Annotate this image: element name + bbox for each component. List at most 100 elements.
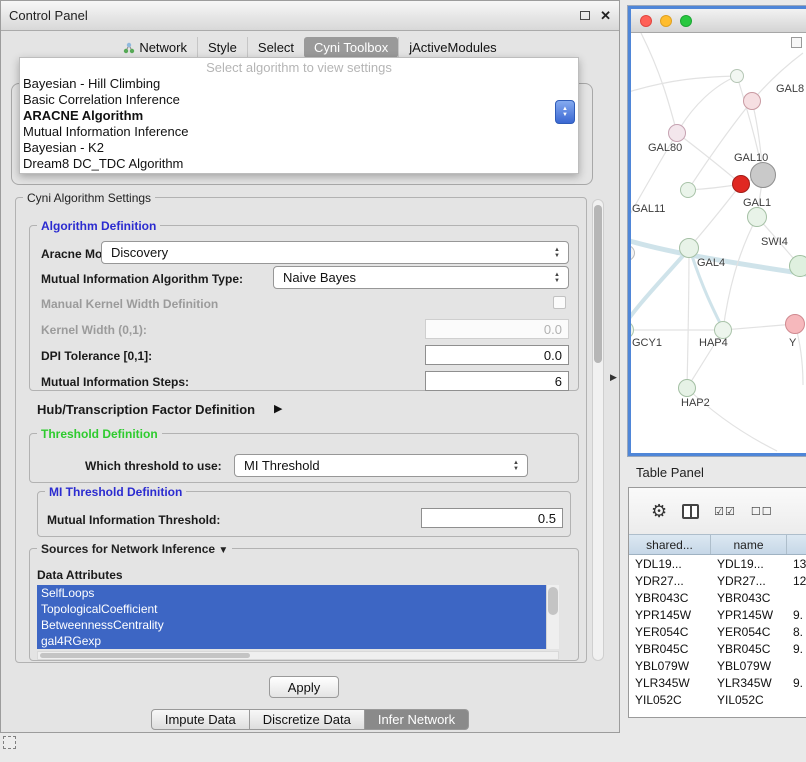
cell-shared-name[interactable]: YBR043C xyxy=(629,591,711,605)
cell-shared-name[interactable]: YBR045C xyxy=(629,642,711,656)
aracne-mode-combo[interactable]: Discovery ▲▼ xyxy=(101,241,569,264)
which-threshold-combo[interactable]: MI Threshold ▲▼ xyxy=(234,454,528,477)
unselect-all-columns-icon[interactable]: ☐☐ xyxy=(751,505,773,518)
attributes-hscroll-thumb[interactable] xyxy=(40,653,250,658)
cell-shared-name[interactable]: YLR345W xyxy=(629,676,711,690)
which-threshold-label: Which threshold to use: xyxy=(85,459,222,473)
algorithm-combo-stepper[interactable]: ▲ ▼ xyxy=(555,100,575,124)
mi-steps-label: Mutual Information Steps: xyxy=(41,375,189,389)
settings-vertical-scrollbar[interactable] xyxy=(592,199,604,661)
network-node[interactable] xyxy=(743,92,761,110)
table-row[interactable]: YER054C YER054C 8. xyxy=(629,623,806,640)
data-attribute-item-selected[interactable]: BetweennessCentrality xyxy=(37,617,546,633)
hub-expand-arrow-icon[interactable]: ▶ xyxy=(274,402,282,415)
network-node[interactable] xyxy=(750,162,776,188)
cell-shared-name[interactable]: YDL19... xyxy=(629,557,711,571)
cell-value[interactable]: 9. xyxy=(787,642,806,656)
attributes-horizontal-scrollbar[interactable] xyxy=(37,651,559,660)
window-minimize-button[interactable] xyxy=(660,15,672,27)
settings-vscroll-thumb[interactable] xyxy=(594,205,602,363)
cell-value[interactable]: 9. xyxy=(787,676,806,690)
network-node[interactable] xyxy=(732,175,750,193)
sources-collapse-arrow-icon[interactable]: ▼ xyxy=(218,545,228,556)
cell-name[interactable]: YPR145W xyxy=(711,608,787,622)
tab-impute-data[interactable]: Impute Data xyxy=(151,709,250,730)
cell-name[interactable]: YLR345W xyxy=(711,676,787,690)
data-attribute-item-selected[interactable]: TopologicalCoefficient xyxy=(37,601,546,617)
canvas-corner-widget[interactable] xyxy=(791,37,802,48)
mi-steps-field[interactable] xyxy=(425,371,569,391)
table-row[interactable]: YBL079W YBL079W xyxy=(629,657,806,674)
mi-algorithm-type-combo[interactable]: Naive Bayes ▲▼ xyxy=(273,266,569,289)
table-settings-gear-icon[interactable]: ⚙ xyxy=(651,501,667,522)
network-node[interactable] xyxy=(747,207,767,227)
algorithm-dropdown-item[interactable]: Mutual Information Inference xyxy=(20,124,578,140)
cell-name[interactable]: YBR043C xyxy=(711,591,787,605)
apply-button[interactable]: Apply xyxy=(269,676,339,698)
table-row[interactable]: YDR27... YDR27... 12 xyxy=(629,572,806,589)
mi-threshold-definition-title: MI Threshold Definition xyxy=(45,485,186,499)
cell-value[interactable]: 9. xyxy=(787,608,806,622)
select-all-columns-icon[interactable]: ☑☑ xyxy=(714,505,736,518)
algorithm-dropdown-item[interactable]: Bayesian - Hill Climbing xyxy=(20,76,578,92)
attributes-vertical-scrollbar[interactable] xyxy=(546,585,559,649)
cell-name[interactable]: YIL052C xyxy=(711,693,787,707)
column-header-shared-name[interactable]: shared... xyxy=(629,535,711,554)
cell-shared-name[interactable]: YIL052C xyxy=(629,693,711,707)
network-node[interactable] xyxy=(789,255,806,277)
splitter-collapse-arrow[interactable]: ▶ xyxy=(610,372,617,383)
cell-name[interactable]: YDR27... xyxy=(711,574,787,588)
network-node[interactable] xyxy=(679,238,699,258)
data-attribute-item-selected[interactable]: SelfLoops xyxy=(37,585,546,601)
cell-name[interactable]: YDL19... xyxy=(711,557,787,571)
manual-kernel-width-checkbox[interactable] xyxy=(553,296,566,309)
cell-value[interactable]: 8. xyxy=(787,625,806,639)
network-node[interactable] xyxy=(785,314,805,334)
tab-network[interactable]: Network xyxy=(113,37,197,58)
float-window-icon[interactable] xyxy=(580,11,590,20)
network-node[interactable] xyxy=(730,69,744,83)
cell-name[interactable]: YER054C xyxy=(711,625,787,639)
cell-name[interactable]: YBR045C xyxy=(711,642,787,656)
tab-jactivemodules[interactable]: jActiveModules xyxy=(398,37,506,58)
cell-shared-name[interactable]: YBL079W xyxy=(629,659,711,673)
cell-shared-name[interactable]: YDR27... xyxy=(629,574,711,588)
cell-shared-name[interactable]: YER054C xyxy=(629,625,711,639)
restore-panel-icon[interactable] xyxy=(3,736,16,749)
network-node[interactable] xyxy=(680,182,696,198)
close-window-icon[interactable]: ✕ xyxy=(600,8,611,24)
tab-style[interactable]: Style xyxy=(197,37,247,58)
mi-threshold-field[interactable] xyxy=(421,508,563,528)
column-header-extra[interactable] xyxy=(787,535,806,554)
dpi-tolerance-field[interactable] xyxy=(425,345,569,365)
table-row[interactable]: YBR043C YBR043C xyxy=(629,589,806,606)
table-row[interactable]: YDL19... YDL19... 13 xyxy=(629,555,806,572)
algorithm-dropdown-item[interactable]: ARACNE Algorithm xyxy=(20,108,578,124)
table-row[interactable]: YIL052C YIL052C xyxy=(629,691,806,708)
tab-discretize-data[interactable]: Discretize Data xyxy=(250,709,365,730)
tab-infer-network[interactable]: Infer Network xyxy=(365,709,469,730)
network-node[interactable] xyxy=(668,124,686,142)
network-node-label: GAL80 xyxy=(648,142,682,154)
algorithm-dropdown-item[interactable]: Dream8 DC_TDC Algorithm xyxy=(20,156,578,172)
network-node[interactable] xyxy=(678,379,696,397)
cell-value[interactable]: 13 xyxy=(787,557,806,571)
network-canvas[interactable]: GAL80GAL10GAL11GAL1SWI4GAL4GCY1HAP4HAP2Y… xyxy=(631,33,806,453)
tab-cyni-toolbox[interactable]: Cyni Toolbox xyxy=(304,37,398,58)
show-columns-icon[interactable] xyxy=(682,504,699,519)
sources-group-title[interactable]: Sources for Network Inference ▼ xyxy=(37,542,232,556)
cell-value[interactable]: 12 xyxy=(787,574,806,588)
data-attribute-item-selected[interactable]: gal4RGexp xyxy=(37,633,546,649)
algorithm-dropdown-item[interactable]: Basic Correlation Inference xyxy=(20,92,578,108)
cell-name[interactable]: YBL079W xyxy=(711,659,787,673)
window-close-button[interactable] xyxy=(640,15,652,27)
table-row[interactable]: YBR045C YBR045C 9. xyxy=(629,640,806,657)
attributes-vscroll-thumb[interactable] xyxy=(548,587,558,615)
algorithm-dropdown-item[interactable]: Bayesian - K2 xyxy=(20,140,578,156)
column-header-name[interactable]: name xyxy=(711,535,787,554)
tab-select[interactable]: Select xyxy=(247,37,304,58)
table-row[interactable]: YLR345W YLR345W 9. xyxy=(629,674,806,691)
cell-shared-name[interactable]: YPR145W xyxy=(629,608,711,622)
table-row[interactable]: YPR145W YPR145W 9. xyxy=(629,606,806,623)
window-zoom-button[interactable] xyxy=(680,15,692,27)
